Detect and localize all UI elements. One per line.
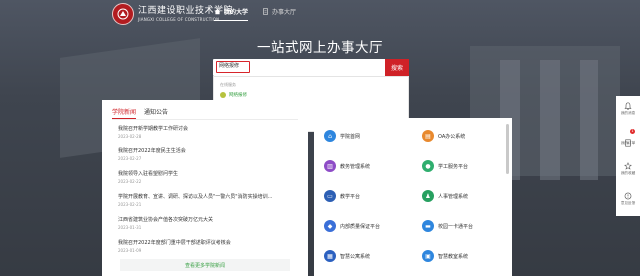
classroom-icon: ▣ (422, 250, 434, 262)
tab-college-news[interactable]: 学院新闻 (112, 107, 137, 119)
app-label: 内部质量保证平台 (340, 223, 381, 230)
news-date: 2023-01-09 (118, 248, 142, 253)
document-icon: ▤ (422, 130, 434, 142)
news-date: 2023-02-28 (118, 134, 142, 139)
floating-toolbar: 我的消息 1 我的订单 我的收藏 意见反馈 (616, 96, 640, 216)
app-label: 人事管理系统 (438, 193, 469, 200)
news-date: 2023-02-27 (118, 156, 142, 161)
sidebar-item-favorites[interactable]: 我的收藏 (616, 162, 640, 176)
apps-panel: ⌂ 学院首网 ▤ OA办公系统 ▥ 教务管理系统 ● 学工服务平台 ▭ 教学平台… (314, 118, 512, 276)
sidebar-item-messages[interactable]: 我的消息 (616, 102, 640, 116)
news-item[interactable]: 学院开展教育、宣讲、调研、探访以及人员"一警六员"消防实操培训... 2023-… (118, 193, 298, 207)
app-label: 教务管理系统 (340, 163, 371, 170)
view-more-news-button[interactable]: 查看更多学院新闻 (120, 259, 290, 271)
building-icon: ▦ (324, 250, 336, 262)
news-title: 我院召开新学期教学工作研讨会 (118, 126, 189, 132)
feedback-icon (624, 192, 632, 200)
news-date: 2023-01-31 (118, 225, 142, 230)
app-academic-affairs[interactable]: ▥ 教务管理系统 (324, 160, 370, 172)
search-field-area[interactable]: 网络报修 (213, 59, 385, 76)
news-date: 2023-02-21 (118, 202, 142, 207)
app-oa-system[interactable]: ▤ OA办公系统 (422, 130, 465, 142)
search-button[interactable]: 搜索 (385, 59, 409, 76)
sidebar-item-orders[interactable]: 1 我的订单 (616, 129, 640, 147)
news-item[interactable]: 我院召开2022年度部门重中层干部述职评议考核会 2023-01-09 (118, 239, 298, 253)
page-title: 一站式网上办事大厅 (257, 40, 383, 56)
suggestion-label: 网络报修 (229, 93, 247, 98)
building-column (580, 60, 598, 180)
home-icon: ⌂ (324, 130, 336, 142)
sidebar-label: 意见反馈 (620, 201, 636, 205)
bell-icon (624, 102, 632, 110)
news-title: 我院领导入驻看望慰问学生 (118, 171, 179, 177)
news-item[interactable]: 江西省建筑业协会产值各次突破万亿元大关 2023-01-31 (118, 216, 298, 230)
top-bar: 江西建设职业技术学院 JIANGXI COLLEGE OF CONSTRUCTI… (0, 0, 640, 28)
app-campus-card[interactable]: ▬ 校园一卡通平台 (422, 220, 473, 232)
news-title: 学院开展教育、宣讲、调研、探访以及人员"一警六员"消防实操培训... (118, 194, 273, 200)
news-item[interactable]: 我院召开新学期教学工作研讨会 2023-02-28 (118, 125, 298, 139)
book-icon: ▥ (324, 160, 336, 172)
apps-scrollbar[interactable] (506, 124, 509, 174)
app-label: 智慧教室系统 (438, 253, 469, 260)
app-label: OA办公系统 (438, 133, 466, 140)
order-icon: 1 (624, 129, 635, 147)
suggestion-section-online-service: 在线服务 (220, 82, 236, 87)
nav-my-university[interactable]: 我的大学 (214, 0, 249, 22)
sidebar-label: 我的收藏 (620, 171, 636, 175)
home-icon (214, 8, 221, 14)
screen-icon: ▭ (324, 190, 336, 202)
sidebar-label: 我的消息 (620, 111, 636, 115)
service-icon (220, 92, 226, 98)
app-student-services[interactable]: ● 学工服务平台 (422, 160, 468, 172)
app-label: 教学平台 (340, 193, 361, 200)
news-panel: 学院新闻 通知公告 我院召开新学期教学工作研讨会 2023-02-28 我院召开… (102, 100, 308, 276)
app-smart-apartment[interactable]: ▦ 智慧公寓系统 (324, 250, 370, 262)
app-label: 校园一卡通平台 (438, 223, 474, 230)
news-date: 2023-02-22 (118, 179, 142, 184)
card-icon: ▬ (422, 220, 434, 232)
news-title: 我院召开2022年度民主生活会 (118, 148, 186, 154)
nav-label: 办事大厅 (272, 8, 297, 16)
school-seal-icon (112, 3, 134, 25)
app-hr-system[interactable]: ♟ 人事管理系统 (422, 190, 468, 202)
app-label: 学院首网 (340, 133, 361, 140)
star-icon (624, 162, 632, 170)
app-label: 智慧公寓系统 (340, 253, 371, 260)
tab-divider (112, 119, 298, 120)
news-item[interactable]: 我院召开2022年度民主生活会 2023-02-27 (118, 147, 298, 161)
person-icon: ♟ (422, 190, 434, 202)
news-tabs: 学院新闻 通知公告 (112, 107, 168, 119)
search-input[interactable]: 网络报修 (216, 61, 250, 73)
app-smart-classroom[interactable]: ▣ 智慧教室系统 (422, 250, 468, 262)
user-icon: ● (422, 160, 434, 172)
app-label: 学工服务平台 (438, 163, 469, 170)
news-item[interactable]: 我院领导入驻看望慰问学生 2023-02-22 (118, 170, 298, 184)
building-column (540, 60, 560, 180)
nav-service-hall[interactable]: 办事大厅 (262, 0, 296, 22)
news-title: 我院召开2022年度部门重中层干部述职评议考核会 (118, 240, 231, 246)
order-count-badge: 1 (630, 129, 635, 134)
main-nav: 我的大学 办事大厅 (214, 0, 296, 22)
nav-label: 我的大学 (224, 8, 249, 16)
news-title: 江西省建筑业协会产值各次突破万亿元大关 (118, 217, 214, 223)
tab-announcements[interactable]: 通知公告 (144, 107, 168, 119)
app-quality-assurance[interactable]: ◆ 内部质量保证平台 (324, 220, 380, 232)
document-icon (263, 7, 268, 15)
shield-icon: ◆ (324, 220, 336, 232)
search-bar: 网络报修 搜索 (213, 59, 409, 76)
suggestion-item[interactable]: 网络报修 (220, 92, 247, 98)
app-college-website[interactable]: ⌂ 学院首网 (324, 130, 360, 142)
sidebar-item-feedback[interactable]: 意见反馈 (616, 192, 640, 206)
app-teaching-platform[interactable]: ▭ 教学平台 (324, 190, 360, 202)
